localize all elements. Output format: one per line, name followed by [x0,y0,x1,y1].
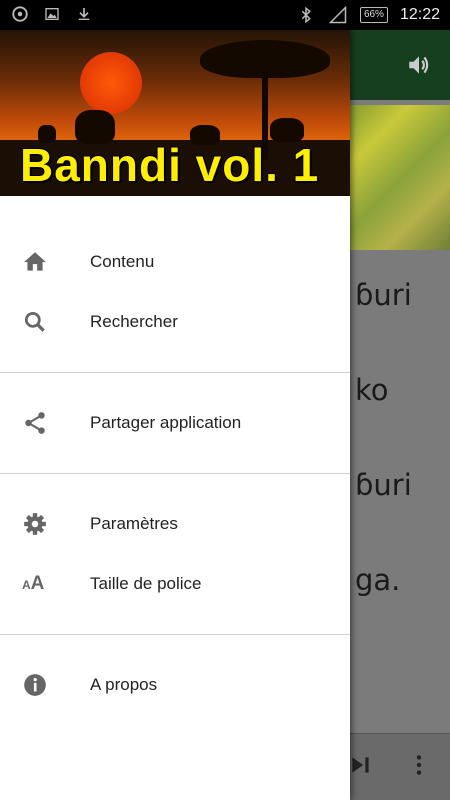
skip-next-icon[interactable] [348,752,374,783]
bluetooth-icon [296,5,316,25]
menu-item-parametres[interactable]: Paramètres [0,494,350,554]
download-icon [74,4,94,24]
menu-section-share: Partager application [0,373,350,474]
app-notification-icon [10,4,30,24]
menu-section-navigation: Contenu Rechercher [0,196,350,373]
volume-icon[interactable] [406,52,432,83]
menu-item-label: Contenu [90,252,155,271]
status-bar: 66% 12:22 [0,0,450,30]
text-line: ga. [355,563,401,597]
drawer-title: Banndi vol. 1 [20,139,320,191]
menu-item-taille-police[interactable]: AA Taille de police [0,554,350,614]
menu-item-a-propos[interactable]: A propos [0,655,350,715]
menu-item-partager[interactable]: Partager application [0,393,350,453]
text-line: ɓuri [355,468,412,502]
menu-item-rechercher[interactable]: Rechercher [0,292,350,352]
share-icon [0,410,90,436]
font-size-icon: AA [22,573,45,594]
menu-item-label: Taille de police [90,574,202,593]
battery-indicator: 66% [359,7,388,23]
menu-item-label: Partager application [90,413,242,432]
gear-icon [0,511,90,537]
signal-icon [328,5,348,25]
menu-section-about: A propos [0,635,350,735]
search-icon [0,309,90,335]
menu-item-label: Paramètres [90,514,178,533]
image-notification-icon [42,4,62,24]
menu-item-contenu[interactable]: Contenu [0,232,350,292]
text-line: ko [355,373,389,407]
info-icon [0,672,90,698]
sun-graphic [80,52,142,114]
navigation-drawer: Banndi vol. 1 Contenu Rechercher Partage… [0,30,350,800]
text-line: ɓuri [355,278,412,312]
menu-item-label: A propos [90,675,158,694]
drawer-header: Banndi vol. 1 [0,30,350,196]
menu-section-settings: Paramètres AA Taille de police [0,474,350,635]
more-vert-icon[interactable] [406,752,432,783]
home-icon [0,249,90,275]
clock: 12:22 [399,6,440,23]
menu-item-label: Rechercher [90,312,178,331]
